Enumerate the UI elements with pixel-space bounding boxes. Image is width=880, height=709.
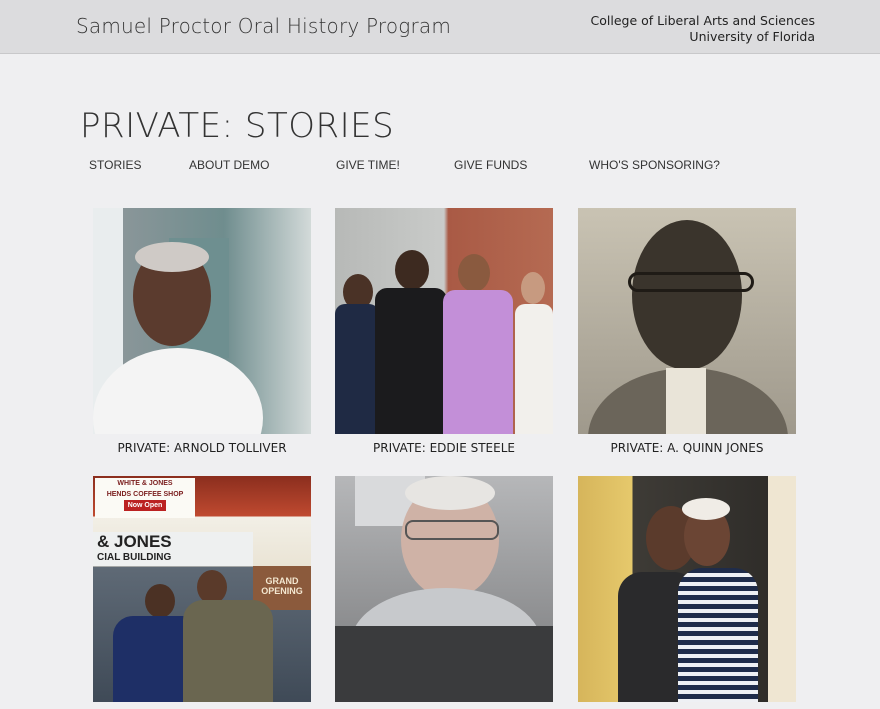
college-name: College of Liberal Arts and Sciences (590, 13, 815, 28)
railing (768, 476, 796, 702)
story-photo-eddie-steele[interactable] (335, 208, 553, 434)
nav-give-time[interactable]: GIVE TIME! (336, 158, 400, 172)
building-sub-text: CIAL BUILDING (97, 552, 172, 563)
story-photo-white-jones[interactable]: WHITE & JONES HENDS COFFEE SHOP Now Open… (93, 476, 311, 702)
story-caption[interactable]: PRIVATE: EDDIE STEELE (335, 441, 553, 455)
nav-whos-sponsoring[interactable]: WHO'S SPONSORING? (589, 158, 720, 172)
sign-shop-text: HENDS COFFEE SHOP (106, 491, 184, 498)
person (335, 304, 379, 434)
hair (405, 476, 495, 510)
nav-stories[interactable]: STORIES (89, 158, 141, 172)
story-card[interactable]: PRIVATE: EDDIE STEELE (335, 208, 553, 455)
shirt-collar (666, 368, 706, 434)
person (678, 568, 758, 702)
sign-top-text: WHITE & JONES (117, 480, 173, 487)
nav-give-funds[interactable]: GIVE FUNDS (454, 158, 527, 172)
glasses (628, 272, 754, 292)
head (197, 570, 227, 604)
person (375, 288, 447, 434)
site-header: Samuel Proctor Oral History Program Coll… (0, 0, 880, 54)
story-photo-arnold-tolliver[interactable] (93, 208, 311, 434)
coffee-shop-sign: WHITE & JONES HENDS COFFEE SHOP Now Open (95, 478, 195, 518)
person (183, 600, 273, 702)
person (515, 304, 553, 434)
story-photo-elderly-man[interactable] (335, 476, 553, 702)
headband (682, 498, 730, 520)
story-card[interactable]: PRIVATE: ARNOLD TOLLIVER (93, 208, 311, 455)
shirt (93, 348, 263, 434)
hair (135, 242, 209, 272)
face (632, 220, 742, 370)
story-photo-a-quinn-jones[interactable] (578, 208, 796, 434)
person (443, 290, 513, 434)
story-photo-two-women[interactable] (578, 476, 796, 702)
screen-bar (335, 626, 553, 702)
head (521, 272, 545, 304)
university-name: University of Florida (689, 29, 815, 44)
story-card[interactable]: PRIVATE: A. QUINN JONES (578, 208, 796, 455)
glasses (405, 520, 499, 540)
building-name-text: & JONES (97, 532, 172, 551)
sign-open-text: Now Open (123, 500, 167, 511)
nav-about-demo[interactable]: ABOUT DEMO (189, 158, 269, 172)
college-block[interactable]: College of Liberal Arts and Sciences Uni… (591, 13, 815, 45)
story-card[interactable] (578, 476, 796, 709)
main-nav: STORIES ABOUT DEMO GIVE TIME! GIVE FUNDS… (0, 158, 880, 174)
head (458, 254, 490, 292)
story-caption[interactable]: PRIVATE: A. QUINN JONES (578, 441, 796, 455)
head (145, 584, 175, 618)
story-caption[interactable]: PRIVATE: ARNOLD TOLLIVER (93, 441, 311, 455)
building-sign: & JONES CIAL BUILDING (93, 532, 253, 566)
site-title[interactable]: Samuel Proctor Oral History Program (76, 14, 451, 38)
story-card[interactable]: WHITE & JONES HENDS COFFEE SHOP Now Open… (93, 476, 311, 709)
story-card[interactable] (335, 476, 553, 709)
head (395, 250, 429, 290)
page-title: PRIVATE: STORIES (80, 106, 395, 146)
